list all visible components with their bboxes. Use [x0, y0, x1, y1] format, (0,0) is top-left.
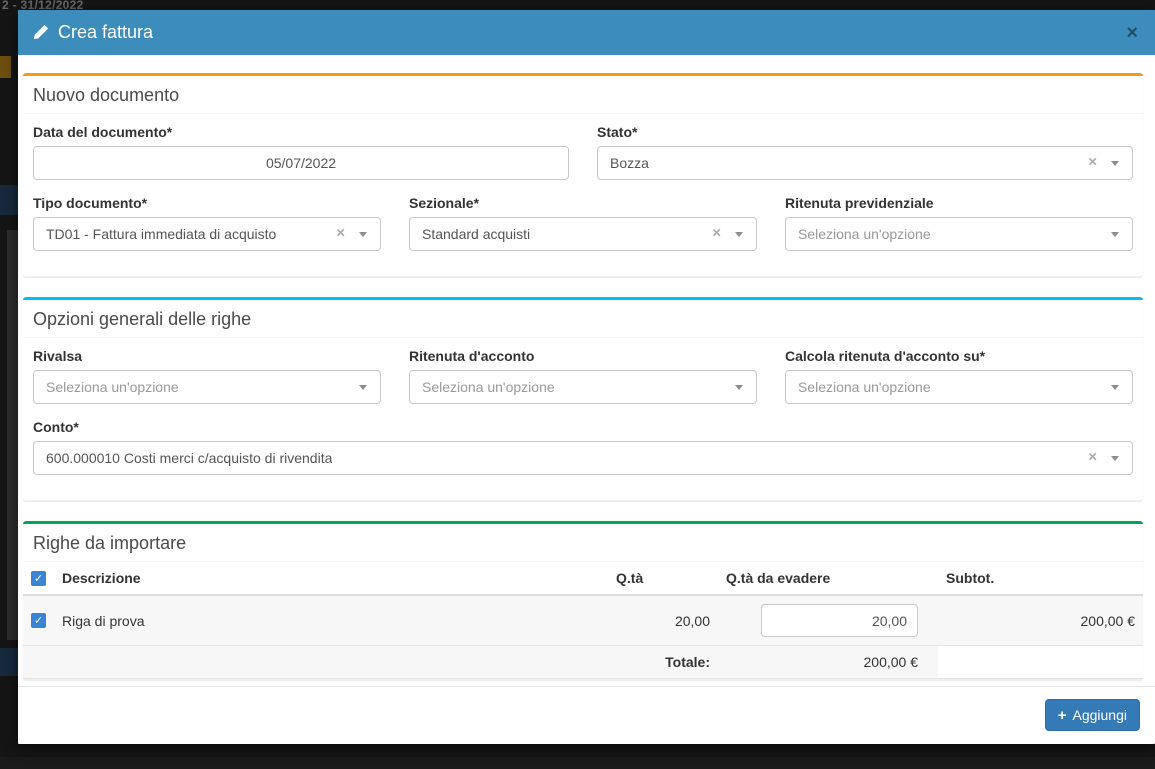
- background-artifact: [0, 757, 1155, 769]
- field-data-documento: Data del documento*: [33, 124, 569, 180]
- selected-value: Bozza: [610, 155, 649, 171]
- chevron-down-icon[interactable]: [1110, 232, 1119, 237]
- section-title: Righe da importare: [33, 533, 187, 553]
- add-button[interactable]: + Aggiungi: [1044, 699, 1140, 731]
- modal-header: Crea fattura ×: [18, 10, 1155, 55]
- column-header-qta-da-evadere: Q.tà da evadere: [718, 562, 938, 596]
- field-label: Tipo documento*: [33, 195, 148, 211]
- row-subtot: 200,00 €: [938, 595, 1143, 646]
- totale-empty-cell: [938, 645, 1143, 679]
- select-all-checkbox[interactable]: ✓: [31, 570, 46, 586]
- field-label: Stato*: [597, 124, 638, 140]
- modal-footer: + Aggiungi: [18, 686, 1155, 744]
- chevron-down-icon[interactable]: [1111, 161, 1119, 166]
- table-row: ✓ Riga di prova 20,00 200,00 €: [23, 595, 1143, 646]
- date-input[interactable]: [33, 146, 569, 180]
- modal-title: Crea fattura: [33, 22, 153, 43]
- chevron-down-icon[interactable]: [734, 232, 743, 237]
- field-label: Sezionale*: [408, 195, 480, 211]
- qta-da-evadere-input[interactable]: [761, 604, 918, 637]
- section-opzioni-generali: Opzioni generali delle righe Rivalsa Sel…: [23, 297, 1143, 501]
- section-header: Righe da importare: [23, 524, 1143, 562]
- background-artifact: [0, 648, 18, 676]
- clear-selection-icon[interactable]: ×: [712, 225, 721, 240]
- column-header-qta: Q.tà: [608, 562, 718, 596]
- field-rivalsa: Rivalsa Seleziona un'opzione: [33, 348, 381, 404]
- row-checkbox[interactable]: ✓: [31, 613, 46, 628]
- field-sezionale: Sezionale* Standard acquisti ×: [408, 195, 757, 251]
- calcola-ritenuta-select[interactable]: Seleziona un'opzione: [784, 370, 1133, 404]
- section-title: Opzioni generali delle righe: [33, 309, 252, 329]
- row-descrizione: Riga di prova: [54, 595, 608, 646]
- close-icon[interactable]: ×: [1124, 23, 1140, 43]
- field-tipo-documento: Tipo documento* TD01 - Fattura immediata…: [33, 195, 381, 251]
- select-placeholder: Seleziona un'opzione: [797, 226, 931, 242]
- row-qta: 20,00: [608, 595, 718, 646]
- section-header: Opzioni generali delle righe: [23, 300, 1143, 338]
- clear-selection-icon[interactable]: ×: [336, 225, 345, 240]
- field-label: Calcola ritenuta d'acconto su*: [784, 348, 986, 364]
- background-artifact: [0, 56, 11, 78]
- field-stato: Stato* Bozza ×: [597, 124, 1133, 180]
- field-calcola-ritenuta: Calcola ritenuta d'acconto su* Seleziona…: [784, 348, 1133, 404]
- ritenuta-acconto-select[interactable]: Seleziona un'opzione: [408, 370, 757, 404]
- chevron-down-icon[interactable]: [358, 232, 367, 237]
- modal-body: Nuovo documento Data del documento* Stat…: [18, 55, 1155, 680]
- select-placeholder: Seleziona un'opzione: [421, 379, 555, 395]
- selected-value: Standard acquisti: [421, 226, 531, 242]
- section-body: Rivalsa Seleziona un'opzione Ritenuta d'…: [23, 338, 1143, 500]
- background-artifact: [7, 230, 18, 640]
- clear-selection-icon[interactable]: ×: [1088, 449, 1097, 464]
- totale-label: Totale:: [23, 645, 718, 679]
- select-placeholder: Seleziona un'opzione: [46, 379, 179, 395]
- field-label: Ritenuta d'acconto: [408, 348, 535, 364]
- table-header-row: ✓ Descrizione Q.tà Q.tà da evadere Subto…: [23, 562, 1143, 596]
- totale-value: 200,00 €: [718, 645, 938, 679]
- field-label: Ritenuta previdenziale: [784, 195, 934, 211]
- selected-value: TD01 - Fattura immediata di acquisto: [46, 226, 277, 242]
- create-invoice-modal: Crea fattura × Nuovo documento Data del …: [18, 10, 1155, 744]
- column-header-subtot: Subtot.: [938, 562, 1143, 596]
- field-label: Rivalsa: [33, 348, 83, 364]
- section-header: Nuovo documento: [23, 76, 1143, 114]
- stato-select[interactable]: Bozza ×: [597, 146, 1133, 180]
- sezionale-select[interactable]: Standard acquisti ×: [408, 217, 757, 251]
- plus-icon: +: [1057, 706, 1067, 724]
- tipo-documento-select[interactable]: TD01 - Fattura immediata di acquisto ×: [33, 217, 381, 251]
- pencil-icon: [33, 25, 48, 40]
- chevron-down-icon[interactable]: [1111, 456, 1119, 461]
- field-conto: Conto* 600.000010 Costi merci c/acquisto…: [33, 419, 1133, 475]
- field-ritenuta-previdenziale: Ritenuta previdenziale Seleziona un'opzi…: [784, 195, 1133, 251]
- column-header-descrizione: Descrizione: [54, 562, 608, 596]
- section-nuovo-documento: Nuovo documento Data del documento* Stat…: [23, 73, 1143, 277]
- section-title: Nuovo documento: [33, 85, 180, 105]
- chevron-down-icon[interactable]: [1110, 385, 1119, 390]
- chevron-down-icon[interactable]: [358, 385, 367, 390]
- chevron-down-icon[interactable]: [734, 385, 743, 390]
- conto-select[interactable]: 600.000010 Costi merci c/acquisto di riv…: [33, 441, 1133, 475]
- field-ritenuta-acconto: Ritenuta d'acconto Seleziona un'opzione: [408, 348, 757, 404]
- import-rows-table: ✓ Descrizione Q.tà Q.tà da evadere Subto…: [23, 562, 1143, 679]
- field-label: Data del documento*: [33, 124, 173, 140]
- clear-selection-icon[interactable]: ×: [1088, 154, 1097, 169]
- section-righe-da-importare: Righe da importare ✓ Descrizione Q.tà Q.…: [23, 521, 1143, 680]
- field-label: Conto*: [33, 419, 79, 435]
- add-button-label: Aggiungi: [1072, 707, 1128, 723]
- selected-value: 600.000010 Costi merci c/acquisto di riv…: [46, 450, 333, 466]
- section-body: Data del documento* Stato* Bozza ×: [23, 114, 1143, 276]
- rivalsa-select[interactable]: Seleziona un'opzione: [33, 370, 381, 404]
- table-total-row: Totale: 200,00 €: [23, 645, 1143, 679]
- modal-title-text: Crea fattura: [58, 22, 154, 42]
- select-placeholder: Seleziona un'opzione: [797, 379, 931, 395]
- ritenuta-previdenziale-select[interactable]: Seleziona un'opzione: [784, 217, 1133, 251]
- background-artifact: [0, 185, 18, 215]
